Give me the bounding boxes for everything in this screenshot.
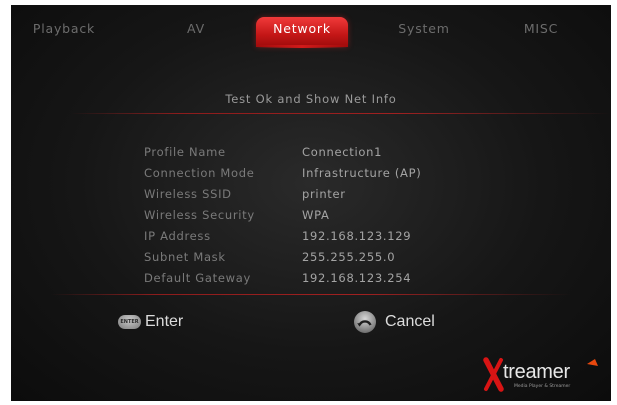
info-row-wireless-security: Wireless Security WPA (11, 208, 611, 228)
wireless-ssid-label: Wireless SSID (144, 187, 232, 201)
subnet-mask-label: Subnet Mask (144, 250, 226, 264)
cancel-button-label: Cancel (385, 313, 435, 330)
tab-bar: Playback AV Network System MISC (11, 5, 611, 51)
settings-screen: Playback AV Network System MISC Test Ok … (11, 5, 611, 401)
tab-network[interactable]: Network (256, 17, 348, 47)
logo-tagline: Media Player & Streamer (514, 384, 571, 389)
status-message: Test Ok and Show Net Info (225, 92, 397, 106)
info-row-default-gateway: Default Gateway 192.168.123.254 (11, 271, 611, 291)
wireless-security-label: Wireless Security (144, 208, 255, 222)
info-row-connection-mode: Connection Mode Infrastructure (AP) (11, 166, 611, 186)
profile-name-value: Connection1 (302, 145, 383, 159)
wireless-ssid-value: printer (302, 187, 346, 201)
divider-top (71, 113, 611, 114)
active-tab-underline (256, 45, 348, 48)
enter-button[interactable]: ENTER Enter (118, 310, 183, 334)
enter-button-label: Enter (145, 313, 184, 330)
wireless-security-value: WPA (302, 208, 330, 222)
subnet-mask-value: 255.255.255.0 (302, 250, 396, 264)
profile-name-label: Profile Name (144, 145, 226, 159)
info-row-ip-address: IP Address 192.168.123.129 (11, 229, 611, 249)
cancel-button[interactable]: Cancel (353, 310, 435, 334)
tab-misc[interactable]: MISC (511, 17, 571, 47)
default-gateway-value: 192.168.123.254 (302, 271, 412, 285)
default-gateway-label: Default Gateway (144, 271, 251, 285)
connection-mode-value: Infrastructure (AP) (302, 166, 422, 180)
return-arrow-icon (353, 310, 377, 334)
info-row-wireless-ssid: Wireless SSID printer (11, 187, 611, 207)
divider-bottom (51, 294, 571, 295)
connection-mode-label: Connection Mode (144, 166, 255, 180)
info-row-subnet-mask: Subnet Mask 255.255.255.0 (11, 250, 611, 270)
ip-address-label: IP Address (144, 229, 211, 243)
tab-system[interactable]: System (389, 17, 459, 47)
tab-av[interactable]: AV (171, 17, 221, 47)
ip-address-value: 192.168.123.129 (302, 229, 412, 243)
info-row-profile-name: Profile Name Connection1 (11, 145, 611, 165)
tab-playback[interactable]: Playback (29, 17, 99, 47)
enter-key-icon: ENTER (118, 315, 141, 329)
logo-wordmark: treamer (503, 361, 570, 383)
xtreamer-logo: treamer Media Player & Streamer (483, 355, 603, 393)
